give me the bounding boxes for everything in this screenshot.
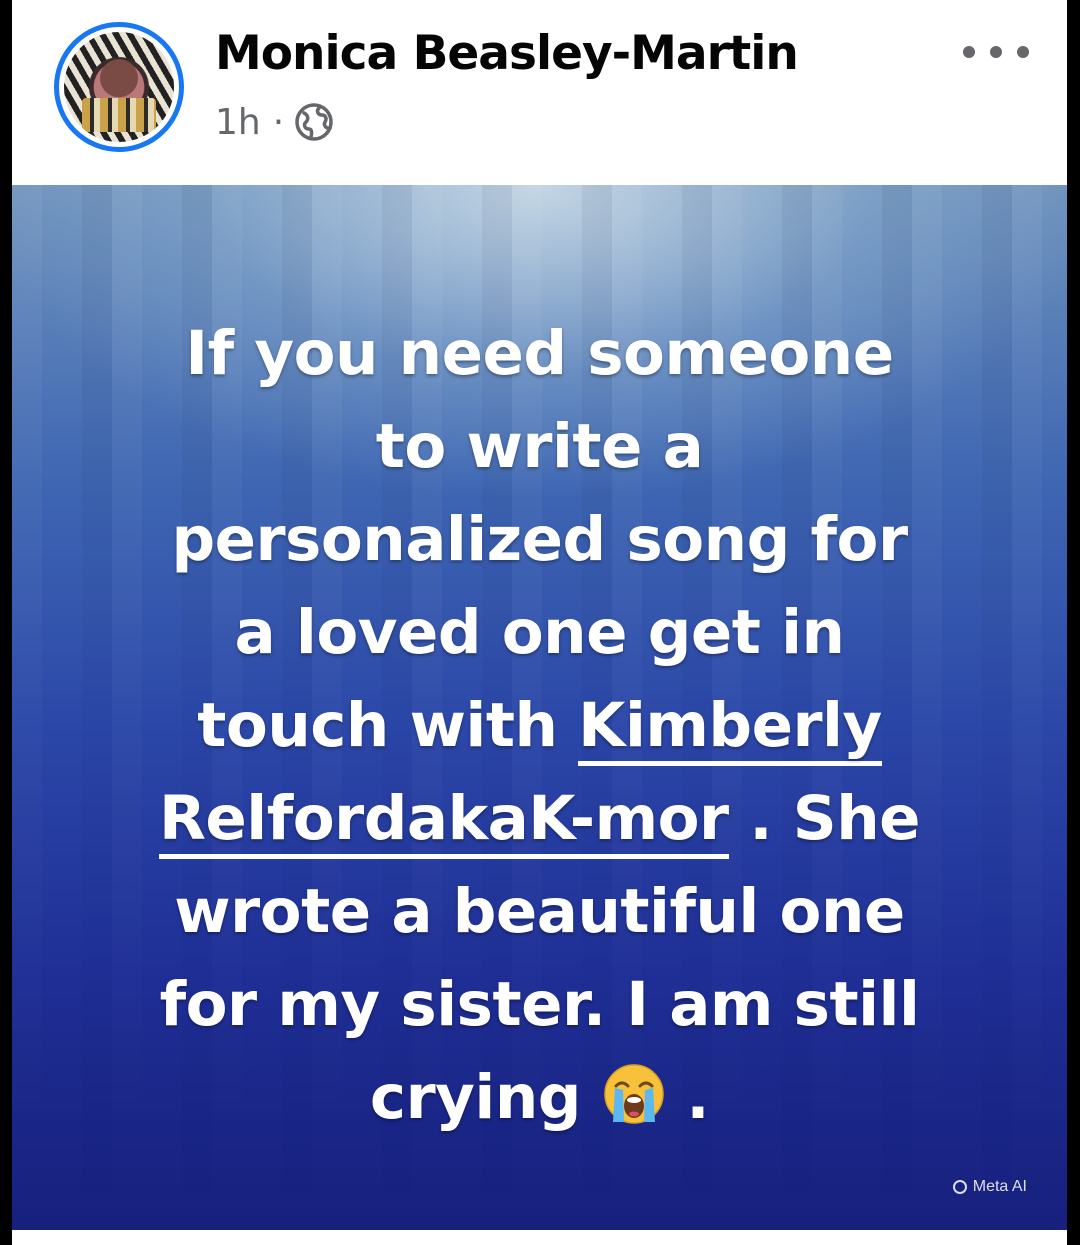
post-line: to write a <box>375 411 704 482</box>
avatar[interactable] <box>54 22 184 152</box>
post-line: personalized song for <box>171 504 908 575</box>
avatar-image <box>64 32 174 142</box>
globe-icon[interactable] <box>294 102 334 142</box>
post-line: wrote a beautiful one <box>174 876 905 947</box>
meta-ai-badge: Meta AI <box>952 1178 1027 1196</box>
post-meta: 1h · <box>215 96 334 148</box>
post-time[interactable]: 1h <box>215 102 261 143</box>
more-options-icon[interactable] <box>963 34 1029 70</box>
post-line: crying <box>369 1062 602 1133</box>
loudly-crying-face-icon <box>603 1064 664 1124</box>
meta-ai-icon <box>952 1180 967 1194</box>
more-dot <box>1017 46 1029 58</box>
post-line: for my sister. I am still <box>159 969 920 1040</box>
post-line: If you need someone <box>185 318 894 389</box>
post-line: a loved one get in <box>234 597 845 668</box>
mention-link[interactable]: RelfordakaK-mor <box>158 783 729 859</box>
post-line: . <box>665 1062 710 1133</box>
meta-separator: · <box>272 101 285 143</box>
post-background-card: If you need someone to write a personali… <box>12 185 1067 1230</box>
mention-link[interactable]: Kimberly <box>578 690 882 766</box>
post-container: Monica Beasley-Martin 1h · If you need s… <box>12 0 1067 1245</box>
post-text: If you need someone to write a personali… <box>62 307 1017 1144</box>
more-dot <box>990 46 1002 58</box>
post-line: touch with <box>197 690 579 761</box>
more-dot <box>963 46 975 58</box>
author-name[interactable]: Monica Beasley-Martin <box>215 26 799 81</box>
meta-ai-label: Meta AI <box>972 1178 1027 1195</box>
post-line: . She <box>728 783 921 854</box>
